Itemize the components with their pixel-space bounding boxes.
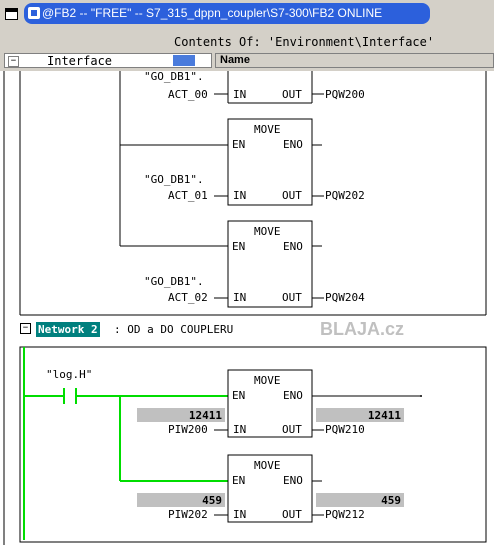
block5-out-addr: PQW212 bbox=[325, 508, 365, 521]
block2-out-addr: PQW202 bbox=[325, 189, 365, 202]
move-block-3[interactable]: MOVE EN ENO "GO_DB1". ACT_02 IN OUT PQW2… bbox=[144, 220, 365, 308]
move-block-4[interactable]: MOVE EN ENO 12411 12411 PIW200 IN OUT PQ… bbox=[137, 369, 422, 438]
block3-address: ACT_02 bbox=[168, 291, 208, 304]
move-block-5[interactable]: MOVE EN ENO 459 459 PIW202 IN OUT PQW212 bbox=[137, 454, 404, 523]
block5-in-addr: PIW202 bbox=[168, 508, 208, 521]
move-block-1[interactable]: "GO_DB1". ACT_00 IN OUT PQW200 bbox=[144, 70, 365, 104]
block2-en: EN bbox=[232, 138, 245, 151]
block2-out: OUT bbox=[282, 189, 302, 202]
network2-comment[interactable]: : OD a DO COUPLERU bbox=[114, 323, 233, 336]
block5-out-value: 459 bbox=[381, 494, 401, 507]
network2-collapse-icon[interactable]: − bbox=[20, 323, 31, 334]
move-block-2[interactable]: MOVE EN ENO "GO_DB1". ACT_01 IN OUT PQW2… bbox=[144, 118, 365, 206]
network2-label[interactable]: Network 2 bbox=[35, 321, 101, 338]
watermark-logo: BLAJA.cz bbox=[320, 319, 405, 339]
block4-in-value: 12411 bbox=[189, 409, 222, 422]
block2-eno: ENO bbox=[283, 138, 303, 151]
block5-name: MOVE bbox=[254, 459, 281, 472]
block1-in: IN bbox=[233, 88, 246, 101]
block5-in-value: 459 bbox=[202, 494, 222, 507]
block1-address: ACT_00 bbox=[168, 88, 208, 101]
block1-out-addr: PQW200 bbox=[325, 88, 365, 101]
ladder-diagram: "GO_DB1". ACT_00 IN OUT PQW200 MOVE EN E… bbox=[3, 70, 487, 545]
block3-out-addr: PQW204 bbox=[325, 291, 365, 304]
block3-out: OUT bbox=[282, 291, 302, 304]
block2-in: IN bbox=[233, 189, 246, 202]
block4-in: IN bbox=[233, 423, 246, 436]
block4-out-value: 12411 bbox=[368, 409, 401, 422]
block4-out: OUT bbox=[282, 423, 302, 436]
block4-en: EN bbox=[232, 389, 245, 402]
block5-en: EN bbox=[232, 474, 245, 487]
block4-out-addr: PQW210 bbox=[325, 423, 365, 436]
block3-name: MOVE bbox=[254, 225, 281, 238]
block4-name: MOVE bbox=[254, 374, 281, 387]
block1-symbol: "GO_DB1". bbox=[144, 70, 204, 83]
block5-in: IN bbox=[233, 508, 246, 521]
block2-symbol: "GO_DB1". bbox=[144, 173, 204, 186]
block4-eno: ENO bbox=[283, 389, 303, 402]
block2-address: ACT_01 bbox=[168, 189, 208, 202]
block3-in: IN bbox=[233, 291, 246, 304]
block2-name: MOVE bbox=[254, 123, 281, 136]
block3-en: EN bbox=[232, 240, 245, 253]
contact-label: "log.H" bbox=[46, 368, 92, 381]
block5-eno: ENO bbox=[283, 474, 303, 487]
block5-out: OUT bbox=[282, 508, 302, 521]
block1-out: OUT bbox=[282, 88, 302, 101]
block3-eno: ENO bbox=[283, 240, 303, 253]
block4-in-addr: PIW200 bbox=[168, 423, 208, 436]
block3-symbol: "GO_DB1". bbox=[144, 275, 204, 288]
